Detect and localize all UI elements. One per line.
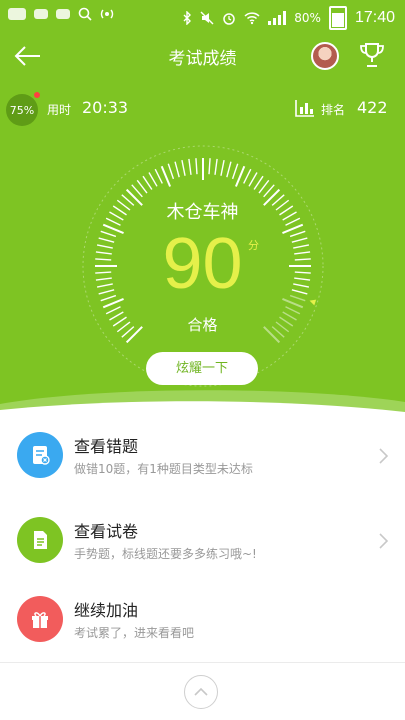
- list-item-keep-going[interactable]: 继续加油 考试累了，进来看看吧: [0, 576, 405, 662]
- signal-icon: [268, 11, 287, 25]
- list-item-subtitle: 手势题，标线题还要多多练习哦~!: [74, 547, 257, 561]
- notification-icon: [34, 9, 48, 19]
- battery-icon: [328, 6, 347, 30]
- expand-more-button[interactable]: [184, 675, 218, 709]
- wrong-questions-icon: [17, 432, 63, 478]
- list-item-subtitle: 考试累了，进来看看吧: [74, 626, 195, 640]
- gauge-tick: [258, 179, 270, 194]
- gauge-tick: [167, 163, 175, 180]
- gauge-tick: [154, 168, 163, 184]
- avatar[interactable]: [311, 42, 339, 70]
- gauge-tick: [208, 158, 211, 175]
- progress-indicator[interactable]: 75%: [6, 94, 38, 126]
- gauge-tick: [181, 159, 186, 176]
- mute-icon: [200, 11, 214, 25]
- list-item-title: 继续加油: [74, 601, 139, 620]
- weather-icon: [56, 9, 70, 19]
- pass-status: 合格: [187, 316, 218, 334]
- gauge-tick: [174, 161, 180, 178]
- time-used-label: 用时: [47, 103, 72, 117]
- ranking-icon: [295, 100, 314, 117]
- list-item-title: 查看试卷: [74, 522, 139, 541]
- app-header: 考试成绩: [0, 32, 405, 80]
- new-badge: [34, 92, 40, 98]
- score-value: 90: [162, 224, 243, 304]
- list-item-title: 查看错题: [74, 437, 139, 456]
- chevron-up-icon: [194, 687, 208, 696]
- list-item-wrong-questions[interactable]: 查看错题 做错10题，有1种题目类型未达标: [0, 412, 405, 498]
- gauge-tick: [214, 158, 218, 175]
- hotspot-icon: [100, 9, 114, 19]
- gauge-tick: [248, 172, 258, 187]
- rank-label: 排名: [321, 103, 346, 117]
- trophy-icon[interactable]: [357, 40, 387, 70]
- page-title: 考试成绩: [168, 49, 237, 69]
- exam-paper-icon: [17, 517, 63, 563]
- chevron-right-icon: [379, 448, 389, 464]
- gauge-tick: [195, 158, 198, 175]
- gift-icon: [17, 596, 63, 642]
- wifi-icon: [244, 12, 260, 25]
- chevron-right-icon: [379, 533, 389, 549]
- clock: 17:40: [354, 9, 395, 26]
- alarm-icon: [223, 13, 236, 25]
- gauge-tick: [188, 158, 192, 175]
- gauge-tick: [148, 172, 158, 187]
- gauge-tick: [234, 165, 246, 187]
- score-unit: 分: [248, 239, 259, 252]
- gauge-tick: [285, 306, 301, 315]
- time-used-value: 20:33: [82, 98, 129, 117]
- exam-stats: 75% 用时 20:33 排名 422: [0, 92, 405, 128]
- search-icon: [78, 7, 92, 21]
- battery-percent: 80%: [294, 11, 321, 25]
- status-bar: 80% 17:40: [0, 0, 405, 32]
- bluetooth-icon: [183, 11, 192, 25]
- rank-title: 木仓车神: [166, 202, 239, 223]
- gauge-tick: [160, 165, 172, 187]
- gauge-tick: [243, 168, 252, 184]
- gauge-tick: [231, 163, 239, 180]
- list-item-exam-paper[interactable]: 查看试卷 手势题，标线题还要多多练习哦~!: [0, 497, 405, 583]
- gauge-tick: [220, 159, 225, 176]
- gauge-tick: [226, 161, 232, 178]
- gauge-tick: [253, 175, 264, 190]
- gauge-tick: [136, 179, 148, 194]
- list-item-subtitle: 做错10题，有1种题目类型未达标: [74, 462, 253, 476]
- divider: [0, 662, 405, 663]
- message-icon: [8, 8, 26, 20]
- gauge-tick: [142, 175, 153, 190]
- gauge-tick: [105, 306, 121, 315]
- rank-value: 422: [357, 98, 388, 117]
